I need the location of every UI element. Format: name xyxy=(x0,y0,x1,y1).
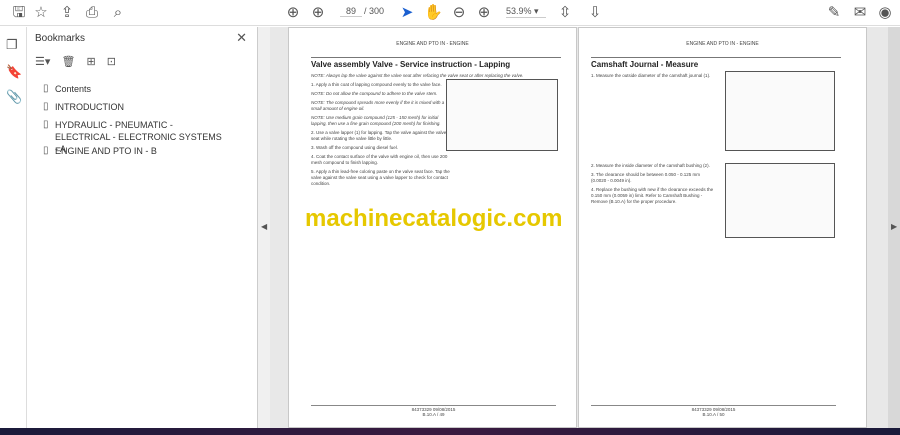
bookmark-flag-icon: ▯ xyxy=(43,83,49,94)
prev-page-icon[interactable]: ⊕ xyxy=(284,4,302,22)
page-footer: 84373329 09/08/2015 B.10.A / 50 xyxy=(591,405,836,417)
page-header: ENGINE AND PTO IN - ENGINE xyxy=(396,41,469,47)
page-fit-icon[interactable]: ⇳ xyxy=(556,4,574,22)
step: 4. Replace the bushing with new if the c… xyxy=(591,187,714,204)
note: NOTE: Use medium grain compound (125 - 1… xyxy=(311,115,441,126)
select-cursor-icon[interactable]: ➤ xyxy=(398,4,416,22)
bookmark-add-icon[interactable]: ⊡ xyxy=(107,56,116,68)
account-icon[interactable]: ◉ xyxy=(876,4,894,22)
step: 3. Wash off the compound using diesel fu… xyxy=(311,145,399,150)
left-rail: ❐ 🔖 📎 xyxy=(0,27,27,428)
pages-icon[interactable]: ❐ xyxy=(6,37,18,53)
note: NOTE: Do not allow the compound to adher… xyxy=(311,91,438,96)
bookmark-label: ENGINE AND PTO IN - B xyxy=(55,146,157,156)
page-right: ENGINE AND PTO IN - ENGINE Camshaft Jour… xyxy=(578,27,867,428)
bookmark-label: INTRODUCTION xyxy=(55,102,124,112)
print-icon[interactable]: ⎙ xyxy=(83,4,101,22)
valve-lapping-figure xyxy=(446,79,558,151)
zoom-select[interactable]: 53.9% ▾ xyxy=(506,6,546,18)
sign-icon[interactable]: ✎ xyxy=(825,4,843,22)
bookmark-label: Contents xyxy=(55,84,92,94)
page-number-input[interactable]: 89 xyxy=(340,6,362,17)
step: 5. Apply a thin lead-free coloring paste… xyxy=(311,169,450,186)
collapse-arrow-icon: ◀ xyxy=(261,222,268,231)
zoom-in-icon[interactable]: ⊕ xyxy=(475,4,493,22)
bookmark-item[interactable]: ▯ INTRODUCTION xyxy=(43,101,243,113)
toolbar: 🖫 ☆ ⇪ ⎙ ⌕ ⊕ ⊕ 89 / 300 ➤ ✋ ⊖ ⊕ 53.9% ▾ ⇳… xyxy=(0,0,900,26)
attachment-icon[interactable]: 📎 xyxy=(6,89,22,105)
page-total: / 300 xyxy=(364,6,385,16)
step: 3. The clearance should be between 0.050… xyxy=(591,172,700,183)
bookmarks-title: Bookmarks xyxy=(35,33,86,44)
star-icon[interactable]: ☆ xyxy=(32,4,50,22)
note: NOTE: The compound spreads more evenly i… xyxy=(311,100,445,111)
footer-page: B.10.A / 50 xyxy=(702,412,725,417)
taskbar xyxy=(0,428,900,435)
bookmark-icon[interactable]: 🔖 xyxy=(6,64,22,80)
upload-icon[interactable]: ⇪ xyxy=(58,4,76,22)
options-icon[interactable]: ☰▾ xyxy=(35,56,50,68)
step: 2. Use a valve lapper (1) for lapping. T… xyxy=(311,130,447,141)
panel-collapse-handle[interactable]: ◀ xyxy=(258,27,270,428)
bookmark-flag-icon: ▯ xyxy=(43,145,49,156)
step: 1. Measure the outside diameter of the c… xyxy=(591,73,711,78)
page-header: ENGINE AND PTO IN - ENGINE xyxy=(686,41,759,47)
footer-page: B.10.A / 49 xyxy=(422,412,445,417)
bookmark-flag-icon: ▯ xyxy=(43,101,49,112)
watermark: machinecatalogic.com xyxy=(305,205,563,232)
close-icon[interactable]: ✕ xyxy=(236,30,247,46)
page-footer: 84373329 09/08/2015 B.10.A / 49 xyxy=(311,405,556,417)
vertical-scrollbar[interactable]: ▶ xyxy=(888,27,900,428)
save-icon[interactable]: 🖫 xyxy=(10,4,28,22)
bookmark-item[interactable]: ▯ ENGINE AND PTO IN - B xyxy=(43,145,243,157)
step: 4. Coat the contact surface of the valve… xyxy=(311,154,448,165)
step: 1. Apply a thin coat of lapping compound… xyxy=(311,82,442,87)
step: 2. Measure the inside diameter of the ca… xyxy=(591,163,710,168)
bookmark-tools: ☰▾ 🗑 ⊞ ⊡ xyxy=(35,55,124,68)
new-bookmark-icon[interactable]: ⊞ xyxy=(86,56,95,68)
delete-icon[interactable]: 🗑 xyxy=(61,56,75,68)
bookmarks-panel: Bookmarks ✕ ☰▾ 🗑 ⊞ ⊡ ▯ Contents ▯ INTRODUC… xyxy=(27,27,258,428)
scroll-mode-icon[interactable]: ⇩ xyxy=(586,4,604,22)
bookmark-item[interactable]: ▯ Contents xyxy=(43,83,243,95)
zoom-value: 53.9% xyxy=(506,6,532,16)
camshaft-bushing-figure xyxy=(725,163,835,238)
section-title: Camshaft Journal - Measure xyxy=(591,57,841,69)
zoom-out-icon[interactable]: ⊖ xyxy=(450,4,468,22)
search-icon[interactable]: ⌕ xyxy=(109,4,127,22)
email-icon[interactable]: ✉ xyxy=(851,4,869,22)
camshaft-journal-figure xyxy=(725,71,835,151)
expand-arrow-icon[interactable]: ▶ xyxy=(891,222,897,231)
section-title: Valve assembly Valve - Service instructi… xyxy=(311,57,561,69)
hand-icon[interactable]: ✋ xyxy=(424,4,443,22)
next-page-icon[interactable]: ⊕ xyxy=(309,4,327,22)
